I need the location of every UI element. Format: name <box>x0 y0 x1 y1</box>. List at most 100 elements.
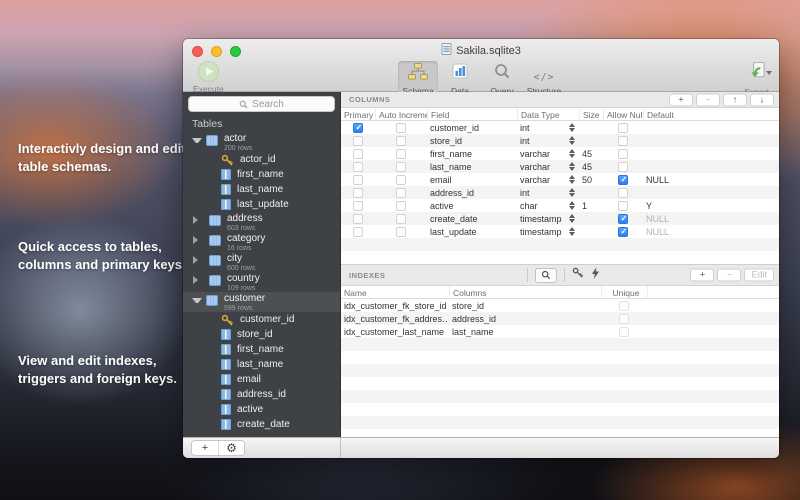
index-name-cell[interactable]: idx_customer_fk_store_id <box>341 299 449 312</box>
header-auto-increment[interactable]: Auto Increment <box>375 108 427 121</box>
allow-null-checkbox[interactable] <box>618 188 628 198</box>
sidebar-column-item[interactable]: store_id <box>183 327 340 342</box>
data-type-cell[interactable]: varchar <box>517 173 579 186</box>
columns-table-row[interactable]: activechar1Y <box>341 199 779 212</box>
data-type-cell[interactable]: timestamp <box>517 225 579 238</box>
gear-icon[interactable]: ⚙ <box>218 441 244 455</box>
move-column-up-button[interactable]: ↑ <box>723 93 747 106</box>
auto-increment-checkbox[interactable] <box>396 201 406 211</box>
allow-null-checkbox[interactable] <box>618 227 628 237</box>
sidebar-column-item[interactable]: last_name <box>183 357 340 372</box>
sidebar-table-item[interactable]: customer599 rows <box>183 292 340 312</box>
columns-table-row[interactable]: store_idint <box>341 134 779 147</box>
allow-null-checkbox[interactable] <box>618 201 628 211</box>
sidebar-column-item[interactable]: active <box>183 402 340 417</box>
sidebar-column-item[interactable]: address_id <box>183 387 340 402</box>
primary-checkbox[interactable] <box>353 201 363 211</box>
sidebar-table-item[interactable]: address603 rows <box>183 212 340 232</box>
field-cell[interactable]: email <box>427 173 517 186</box>
primary-checkbox[interactable] <box>353 123 363 133</box>
field-cell[interactable]: last_update <box>427 225 517 238</box>
columns-table-row[interactable]: emailvarchar50NULL <box>341 173 779 186</box>
header-allow-null[interactable]: Allow Null <box>603 108 643 121</box>
allow-null-checkbox[interactable] <box>618 214 628 224</box>
unique-checkbox[interactable] <box>619 327 629 337</box>
allow-null-checkbox[interactable] <box>618 123 628 133</box>
sidebar-table-item[interactable]: category16 rows <box>183 232 340 252</box>
size-cell[interactable] <box>579 186 603 199</box>
allow-null-checkbox[interactable] <box>618 175 628 185</box>
header-index-columns[interactable]: Columns <box>449 286 601 299</box>
default-cell[interactable]: NULL <box>643 212 779 225</box>
header-data-type[interactable]: Data Type <box>517 108 579 121</box>
data-type-cell[interactable]: timestamp <box>517 212 579 225</box>
indexes-table-row[interactable]: idx_customer_last_namelast_name <box>341 325 779 338</box>
columns-table-row[interactable]: address_idint <box>341 186 779 199</box>
sidebar-table-item[interactable]: city600 rows <box>183 252 340 272</box>
chevron-right-icon[interactable] <box>193 236 203 244</box>
size-cell[interactable] <box>579 225 603 238</box>
stepper-icon[interactable] <box>569 149 575 158</box>
header-field[interactable]: Field <box>427 108 517 121</box>
auto-increment-checkbox[interactable] <box>396 123 406 133</box>
primary-checkbox[interactable] <box>353 188 363 198</box>
primary-checkbox[interactable] <box>353 136 363 146</box>
field-cell[interactable]: create_date <box>427 212 517 225</box>
default-cell[interactable] <box>643 134 779 147</box>
columns-table-row[interactable]: last_namevarchar45 <box>341 160 779 173</box>
allow-null-checkbox[interactable] <box>618 162 628 172</box>
field-cell[interactable]: first_name <box>427 147 517 160</box>
data-type-cell[interactable]: varchar <box>517 147 579 160</box>
header-default[interactable]: Default <box>643 108 779 121</box>
auto-increment-checkbox[interactable] <box>396 188 406 198</box>
stepper-icon[interactable] <box>569 201 575 210</box>
chevron-down-icon[interactable] <box>192 298 202 303</box>
size-cell[interactable]: 45 <box>579 147 603 160</box>
size-cell[interactable] <box>579 134 603 147</box>
index-columns-cell[interactable]: store_id <box>449 299 601 312</box>
stepper-icon[interactable] <box>569 188 575 197</box>
chevron-right-icon[interactable] <box>193 216 203 224</box>
header-size[interactable]: Size <box>579 108 603 121</box>
default-cell[interactable] <box>643 121 779 134</box>
field-cell[interactable]: last_name <box>427 160 517 173</box>
field-cell[interactable]: store_id <box>427 134 517 147</box>
remove-column-button[interactable]: − <box>696 93 720 106</box>
columns-table-row[interactable]: last_updatetimestamp NULL <box>341 225 779 238</box>
header-primary[interactable]: Primary <box>341 108 375 121</box>
header-index-unique[interactable]: Unique <box>601 286 647 299</box>
default-cell[interactable] <box>643 186 779 199</box>
sidebar-column-item[interactable]: customer_id <box>183 312 340 327</box>
data-type-cell[interactable]: char <box>517 199 579 212</box>
add-table-button[interactable]: + <box>192 441 218 455</box>
index-name-cell[interactable]: idx_customer_last_name <box>341 325 449 338</box>
index-name-cell[interactable]: idx_customer_fk_addres… <box>341 312 449 325</box>
default-cell[interactable]: NULL <box>643 225 779 238</box>
stepper-icon[interactable] <box>569 214 575 223</box>
primary-checkbox[interactable] <box>353 162 363 172</box>
indexes-table-row[interactable]: idx_customer_fk_addres…address_id <box>341 312 779 325</box>
default-cell[interactable]: NULL <box>643 173 779 186</box>
sidebar-column-item[interactable]: create_date <box>183 417 340 432</box>
field-cell[interactable]: active <box>427 199 517 212</box>
allow-null-checkbox[interactable] <box>618 136 628 146</box>
auto-increment-checkbox[interactable] <box>396 162 406 172</box>
data-type-cell[interactable]: int <box>517 134 579 147</box>
size-cell[interactable]: 1 <box>579 199 603 212</box>
sidebar-column-item[interactable]: first_name <box>183 167 340 182</box>
move-column-down-button[interactable]: ↓ <box>750 93 774 106</box>
data-type-cell[interactable]: int <box>517 121 579 134</box>
stepper-icon[interactable] <box>569 227 575 236</box>
primary-checkbox[interactable] <box>353 227 363 237</box>
auto-increment-checkbox[interactable] <box>396 175 406 185</box>
sidebar-column-item[interactable]: email <box>183 372 340 387</box>
field-cell[interactable]: address_id <box>427 186 517 199</box>
size-cell[interactable] <box>579 212 603 225</box>
header-index-name[interactable]: Name <box>341 286 449 299</box>
auto-increment-checkbox[interactable] <box>396 136 406 146</box>
stepper-icon[interactable] <box>569 136 575 145</box>
sidebar-table-item[interactable]: actor200 rows <box>183 132 340 152</box>
index-columns-cell[interactable]: address_id <box>449 312 601 325</box>
add-column-button[interactable]: + <box>669 93 693 106</box>
sidebar-table-item[interactable]: country109 rows <box>183 272 340 292</box>
